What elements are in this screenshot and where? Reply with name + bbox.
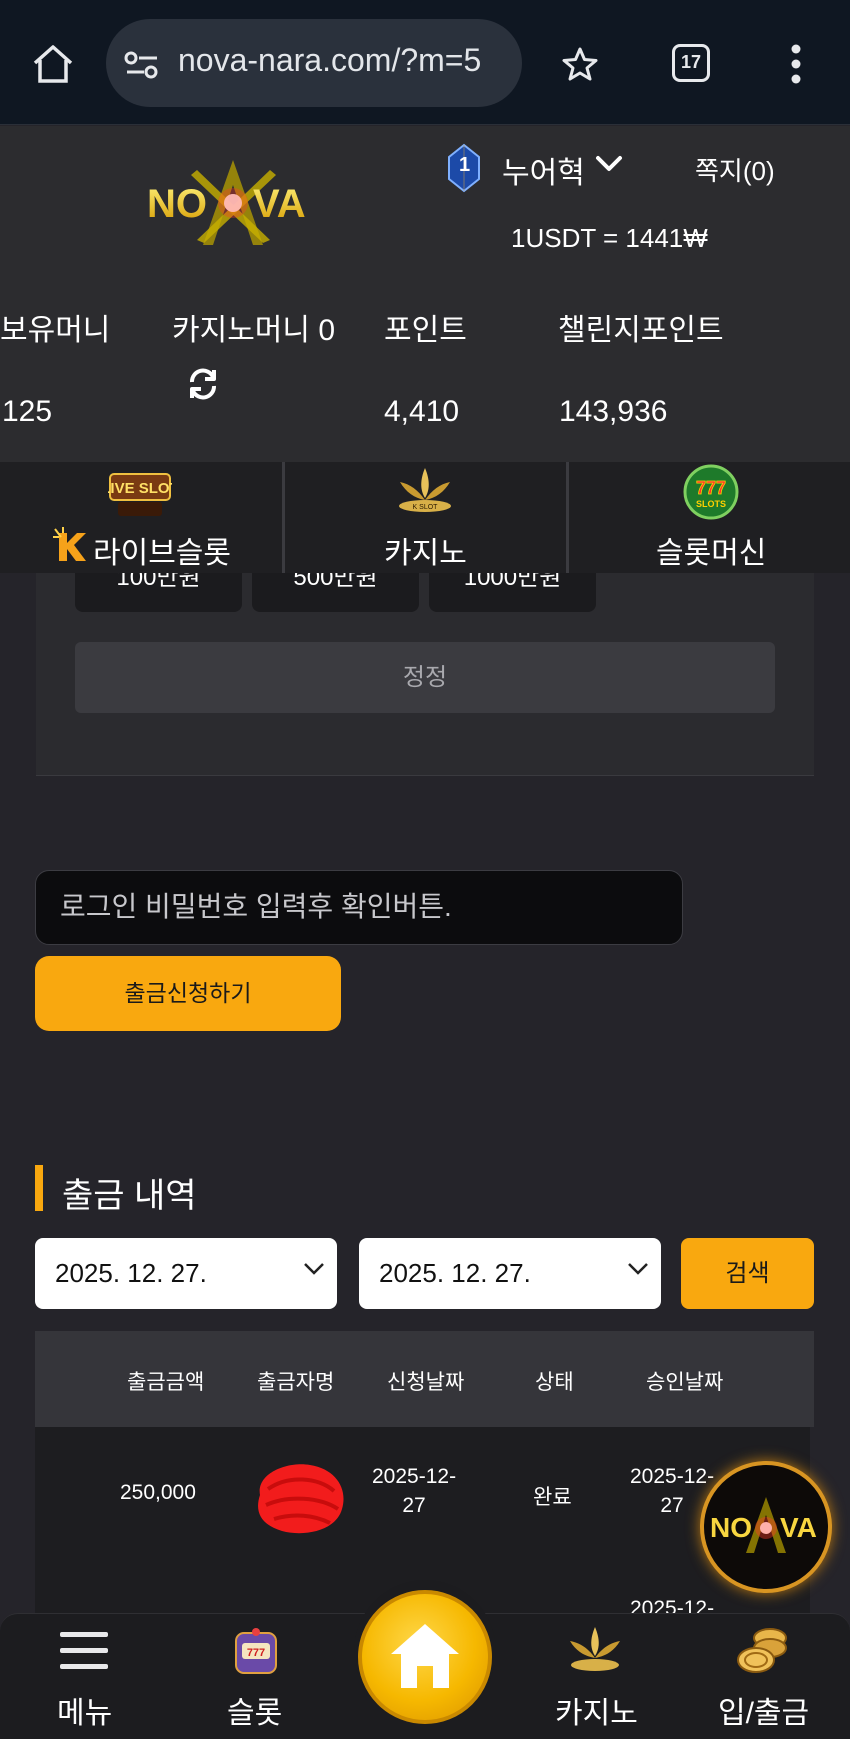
more-options-icon[interactable] (790, 44, 802, 84)
date-to-value: 2025. 12. 27. (379, 1258, 531, 1288)
chevron-down-icon (304, 1263, 324, 1275)
amount-button-100[interactable]: 100만원 (75, 573, 242, 612)
cell-status: 완료 (533, 1486, 572, 1509)
held-money-label: 보유머니 (0, 314, 111, 347)
bookmark-star-icon[interactable] (561, 46, 599, 82)
slot-machine-icon: 777 (235, 1628, 277, 1674)
column-header: 신청날짜 (387, 1371, 465, 1394)
level-number: 1 (459, 154, 471, 176)
tab-switcher-button[interactable]: 17 (672, 44, 710, 82)
cell-amount: 250,000 (120, 1481, 196, 1504)
cell-requested-date: 2025-12- 27 (372, 1465, 457, 1517)
chevron-down-icon[interactable] (595, 155, 623, 173)
svg-text:VA: VA (780, 1512, 817, 1543)
svg-text:777: 777 (696, 478, 726, 498)
column-header: 출금금액 (127, 1371, 205, 1394)
points-value: 4,410 (384, 395, 460, 428)
messages-link[interactable]: 쪽지(0) (695, 151, 775, 188)
challenge-points-value: 143,936 (559, 395, 668, 428)
k-badge-icon (53, 527, 86, 561)
hamburger-menu-icon (60, 1632, 108, 1669)
date-from-value: 2025. 12. 27. (55, 1258, 207, 1288)
withdraw-request-button[interactable]: 출금신청하기 (35, 956, 341, 1031)
held-money-value: 125 (2, 395, 53, 428)
k-slot-icon (570, 1627, 620, 1671)
refresh-icon[interactable] (186, 366, 220, 402)
username[interactable]: 누어혁 (502, 148, 585, 192)
url-text[interactable]: nova-nara.com/?m=5 (178, 42, 508, 79)
home-icon[interactable] (32, 44, 74, 84)
exchange-rate: 1USDT = 1441₩ (511, 223, 708, 253)
svg-text:777: 777 (247, 1647, 265, 1659)
password-input[interactable]: 로그인 비밀번호 입력후 확인버튼. (35, 870, 683, 945)
svg-text:SLOTS: SLOTS (696, 499, 726, 509)
home-icon (391, 1624, 459, 1688)
date-to-select[interactable]: 2025. 12. 27. (359, 1238, 661, 1309)
category-label: 카지노 (384, 537, 467, 570)
k-slot-icon: K SLOT (399, 468, 451, 512)
nova-logo-icon: NO VA (710, 1497, 817, 1553)
category-label: 슬롯머신 (656, 537, 767, 570)
svg-text:NO: NO (710, 1512, 752, 1543)
svg-text:NO: NO (147, 182, 207, 226)
column-header: 상태 (535, 1371, 574, 1394)
amount-button-500[interactable]: 500만원 (252, 573, 419, 612)
redacted-name-scribble (258, 1464, 344, 1534)
coin-stack-icon (737, 1628, 787, 1673)
nova-logo[interactable]: NO VA (145, 155, 320, 250)
nav-label: 메뉴 (57, 1697, 113, 1730)
section-accent-bar (35, 1165, 43, 1211)
chevron-down-icon (628, 1263, 648, 1275)
nav-label: 슬롯 (227, 1697, 283, 1730)
points-label: 포인트 (384, 314, 467, 347)
svg-text:K SLOT: K SLOT (413, 504, 439, 511)
reset-button[interactable]: 정정 (75, 642, 775, 713)
777-slots-icon: 777 SLOTS (683, 464, 739, 520)
date-from-select[interactable]: 2025. 12. 27. (35, 1238, 337, 1309)
history-title: 출금 내역 (62, 1177, 197, 1215)
casino-money-label: 카지노머니 0 (172, 314, 336, 347)
live-slot-icon: LIVE SLOT (108, 473, 172, 516)
challenge-points-label: 챌린지포인트 (558, 314, 724, 347)
column-header: 승인날짜 (646, 1371, 724, 1394)
nav-label: 입/출금 (718, 1697, 810, 1730)
svg-text:VA: VA (253, 182, 306, 226)
svg-text:LIVE SLOT: LIVE SLOT (108, 480, 172, 497)
browser-toolbar: nova-nara.com/?m=5 17 (0, 0, 850, 125)
column-header: 출금자명 (257, 1371, 335, 1394)
nav-label: 카지노 (555, 1697, 638, 1730)
search-button[interactable]: 검색 (681, 1238, 814, 1309)
amount-button-1000[interactable]: 1000만원 (429, 573, 596, 612)
site-settings-icon[interactable] (124, 50, 160, 80)
category-label: 라이브슬롯 (93, 537, 231, 570)
